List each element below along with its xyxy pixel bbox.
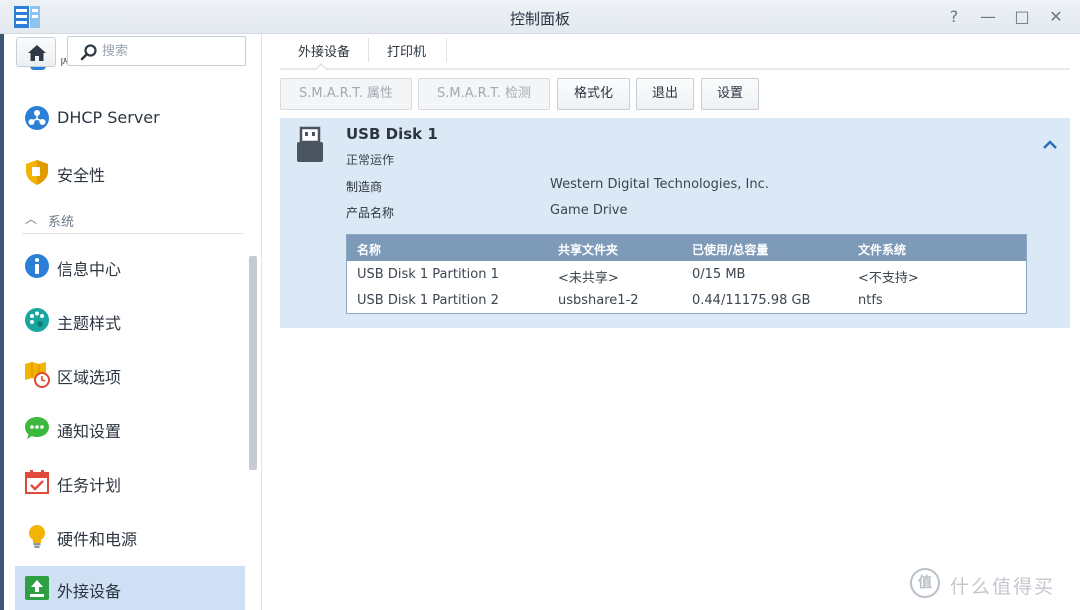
sidebar-item-external-devices[interactable]: 外接设备 xyxy=(15,566,245,610)
sidebar-item-label: 信息中心 xyxy=(57,260,122,279)
sidebar-item-label: 通知设置 xyxy=(57,422,122,441)
sidebar-item-label: 安全性 xyxy=(57,166,106,185)
usb-drive-icon xyxy=(297,126,323,162)
search-input[interactable] xyxy=(102,41,238,61)
table-row[interactable]: USB Disk 1 Partition 1 <未共享> 0/15 MB <不支… xyxy=(347,262,1026,288)
title-bar: 控制面板 ? — □ ✕ xyxy=(0,0,1080,34)
sidebar-item-task-scheduler[interactable]: 任务计划 xyxy=(15,460,245,504)
chevron-up-icon: ︿ xyxy=(25,212,38,226)
format-button[interactable]: 格式化 xyxy=(557,78,630,110)
usb-disk-panel: USB Disk 1 正常运作 制造商 Western Digital Tech… xyxy=(280,118,1070,328)
manufacturer-value: Western Digital Technologies, Inc. xyxy=(550,177,769,192)
watermark: 值 什么值得买 xyxy=(910,566,1070,602)
sidebar: 网络 DHCP Server 安全性 ︿ 系统 xyxy=(4,34,262,610)
lightbulb-icon xyxy=(29,525,45,548)
sidebar-item-dhcp-server[interactable]: DHCP Server xyxy=(15,96,245,140)
manufacturer-label: 制造商 xyxy=(346,180,383,194)
info-icon xyxy=(25,254,49,278)
column-header[interactable]: 名称 xyxy=(357,241,381,258)
sidebar-item-label: 区域选项 xyxy=(57,368,122,387)
search-icon xyxy=(80,44,97,61)
disk-name: USB Disk 1 xyxy=(346,125,438,143)
sidebar-item-security[interactable]: 安全性 xyxy=(15,150,245,194)
cell-name: USB Disk 1 Partition 2 xyxy=(357,293,499,308)
calendar-check-icon xyxy=(25,470,49,494)
cell-shared-folder: <未共享> xyxy=(558,271,619,286)
home-button[interactable] xyxy=(16,37,56,67)
sidebar-item-label: 外接设备 xyxy=(57,582,122,601)
chevron-up-icon[interactable] xyxy=(1042,138,1058,150)
sidebar-item-notification[interactable]: 通知设置 xyxy=(15,406,245,450)
disk-status: 正常运作 xyxy=(346,153,395,167)
sidebar-item-label: 硬件和电源 xyxy=(57,530,138,549)
sidebar-item-info-center[interactable]: 信息中心 xyxy=(15,244,245,288)
sidebar-item-label: DHCP Server xyxy=(57,108,160,127)
sidebar-scrollbar[interactable] xyxy=(249,256,257,470)
tab-divider xyxy=(446,38,447,62)
eject-button[interactable]: 退出 xyxy=(636,78,694,110)
cell-name: USB Disk 1 Partition 1 xyxy=(357,267,499,282)
cell-shared-folder: usbshare1-2 xyxy=(558,293,639,308)
tab-external-devices[interactable]: 外接设备 xyxy=(298,41,350,60)
sidebar-item-hardware-power[interactable]: 硬件和电源 xyxy=(15,514,245,558)
cell-filesystem: ntfs xyxy=(858,293,883,308)
section-header-system[interactable]: ︿ 系统 xyxy=(22,204,244,234)
column-header[interactable]: 已使用/总容量 xyxy=(692,241,768,258)
shield-icon xyxy=(26,160,48,185)
maximize-button[interactable]: □ xyxy=(1011,6,1033,28)
sidebar-item-label: 主题样式 xyxy=(57,314,122,333)
close-button[interactable]: ✕ xyxy=(1045,6,1067,28)
chat-bubble-icon xyxy=(25,417,49,439)
home-icon xyxy=(28,45,46,61)
settings-button[interactable]: 设置 xyxy=(701,78,759,110)
column-header[interactable]: 共享文件夹 xyxy=(558,241,618,258)
window-title: 控制面板 xyxy=(509,10,570,28)
product-value: Game Drive xyxy=(550,203,628,218)
cell-capacity: 0/15 MB xyxy=(692,267,746,282)
palette-icon xyxy=(25,308,49,332)
sidebar-item-theme[interactable]: 主题样式 xyxy=(15,298,245,342)
dhcp-server-icon xyxy=(25,106,49,130)
section-label: 系统 xyxy=(48,215,75,230)
map-clock-icon xyxy=(25,362,50,388)
cell-filesystem: <不支持> xyxy=(858,271,919,286)
cell-capacity: 0.44/11175.98 GB xyxy=(692,293,811,308)
help-button[interactable]: ? xyxy=(943,6,965,28)
tab-bar: 外接设备 打印机 xyxy=(280,34,1070,70)
table-header: 名称 共享文件夹 已使用/总容量 文件系统 xyxy=(347,235,1026,261)
table-row[interactable]: USB Disk 1 Partition 2 usbshare1-2 0.44/… xyxy=(347,288,1026,314)
column-header[interactable]: 文件系统 xyxy=(858,241,906,258)
watermark-logo: 值 xyxy=(910,568,940,598)
sidebar-item-label: 任务计划 xyxy=(57,476,122,495)
partition-table: 名称 共享文件夹 已使用/总容量 文件系统 USB Disk 1 Partiti… xyxy=(346,234,1027,314)
minimize-button[interactable]: — xyxy=(977,6,999,28)
tab-printer[interactable]: 打印机 xyxy=(387,41,426,60)
tab-divider xyxy=(368,38,369,62)
sidebar-item-regional[interactable]: 区域选项 xyxy=(15,352,245,396)
search-box[interactable] xyxy=(67,36,246,66)
product-label: 产品名称 xyxy=(346,206,395,220)
active-tab-indicator xyxy=(315,63,327,70)
smart-test-button[interactable]: S.M.A.R.T. 检测 xyxy=(418,78,550,110)
smart-attributes-button[interactable]: S.M.A.R.T. 属性 xyxy=(280,78,412,110)
external-device-icon xyxy=(25,576,49,600)
watermark-text: 什么值得买 xyxy=(950,576,1056,598)
